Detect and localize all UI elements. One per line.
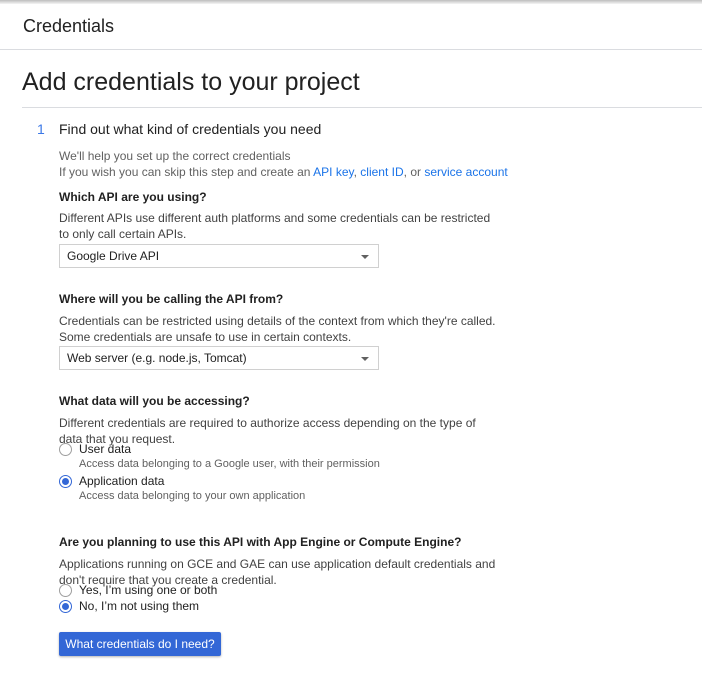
page-title: Add credentials to your project [22, 68, 360, 96]
radio-application-data[interactable]: Application data [59, 474, 179, 490]
intro-line-2-prefix: If you wish you can skip this step and c… [59, 165, 314, 179]
calling-question-label: Where will you be calling the API from? [59, 292, 284, 306]
calling-select[interactable]: Web server (e.g. node.js, Tomcat) [59, 346, 379, 370]
radio-application-data-label: Application data [79, 474, 165, 488]
title-divider [22, 107, 702, 108]
intro-line-1: We'll help you set up the correct creden… [59, 149, 291, 163]
calling-question-desc: Credentials can be restricted using deta… [59, 314, 496, 344]
step-title: Find out what kind of credentials you ne… [59, 121, 322, 137]
engine-question-label: Are you planning to use this API with Ap… [59, 535, 462, 549]
api-select-value: Google Drive API [67, 249, 160, 263]
client-id-link[interactable]: client ID [360, 165, 403, 179]
radio-application-data-sub: Access data belonging to your own applic… [79, 490, 306, 502]
radio-user-data[interactable]: User data [59, 442, 149, 458]
calling-select-value: Web server (e.g. node.js, Tomcat) [67, 351, 247, 365]
radio-user-data-sub: Access data belonging to a Google user, … [79, 458, 380, 470]
radio-button-checked[interactable] [59, 600, 72, 613]
step-number: 1 [37, 121, 45, 137]
header-bar: Credentials [0, 4, 702, 50]
radio-yes-engine[interactable]: Yes, I’m using one or both [59, 583, 229, 599]
intro-sep-2: , or [403, 165, 425, 179]
intro-text: We'll help you set up the correct creden… [59, 148, 508, 180]
api-key-link[interactable]: API key [313, 165, 353, 179]
service-account-link[interactable]: service account [424, 165, 507, 179]
radio-user-data-label: User data [79, 442, 132, 456]
api-select[interactable]: Google Drive API [59, 244, 379, 268]
radio-button-checked[interactable] [59, 475, 72, 488]
api-question-desc: Different APIs use different auth platfo… [59, 211, 491, 241]
radio-yes-engine-label: Yes, I’m using one or both [79, 583, 218, 597]
chevron-down-icon [361, 255, 369, 259]
chevron-down-icon [361, 357, 369, 361]
radio-no-engine-label: No, I’m not using them [79, 599, 200, 613]
radio-no-engine[interactable]: No, I’m not using them [59, 599, 219, 615]
intro-line-2: If you wish you can skip this step and c… [59, 164, 508, 180]
radio-button[interactable] [59, 584, 72, 597]
what-credentials-button[interactable]: What credentials do I need? [59, 632, 221, 656]
api-question-label: Which API are you using? [59, 190, 207, 204]
header-title: Credentials [23, 16, 115, 36]
data-question-label: What data will you be accessing? [59, 394, 250, 408]
radio-button[interactable] [59, 443, 72, 456]
